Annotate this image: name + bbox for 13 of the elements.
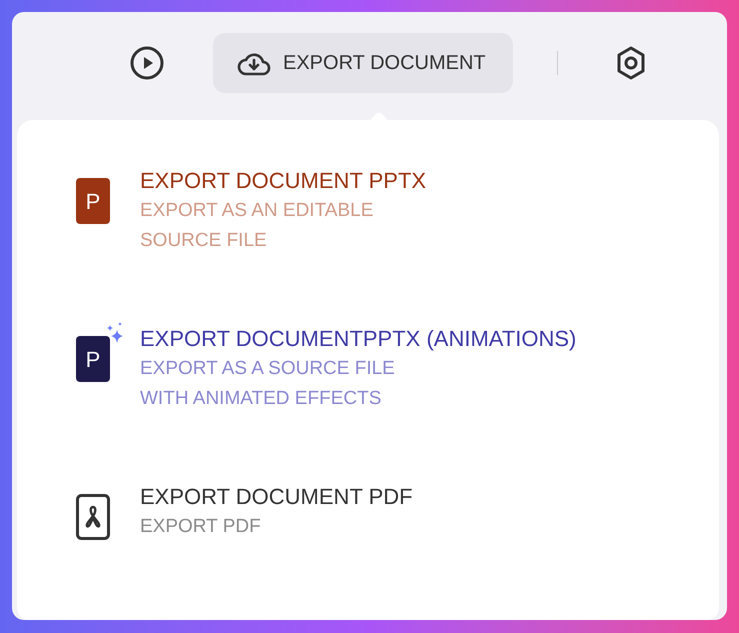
export-option-description: EXPORT AS AN EDITABLE SOURCE FILE — [140, 199, 374, 253]
pdf-file-icon — [76, 494, 110, 540]
play-icon[interactable] — [130, 46, 164, 80]
presentation-file-icon: P — [76, 336, 110, 382]
export-option-title[interactable]: EXPORT DOCUMENT PDF — [140, 482, 413, 512]
export-option-title[interactable]: EXPORT DOCUMENT PPTX — [140, 166, 426, 196]
sparkle-icon — [106, 322, 124, 344]
export-option-title[interactable]: EXPORT DOCUMENTPPTX (ANIMATIONS) — [140, 324, 576, 354]
export-button[interactable]: EXPORT DOCUMENT — [213, 33, 513, 93]
presentation-file-icon: P — [76, 178, 110, 224]
settings-icon[interactable] — [616, 46, 646, 80]
export-option-description: EXPORT AS A SOURCE FILE WITH ANIMATED EFFECTS — [140, 357, 396, 411]
export-option-description: EXPORT PDF — [140, 515, 262, 539]
